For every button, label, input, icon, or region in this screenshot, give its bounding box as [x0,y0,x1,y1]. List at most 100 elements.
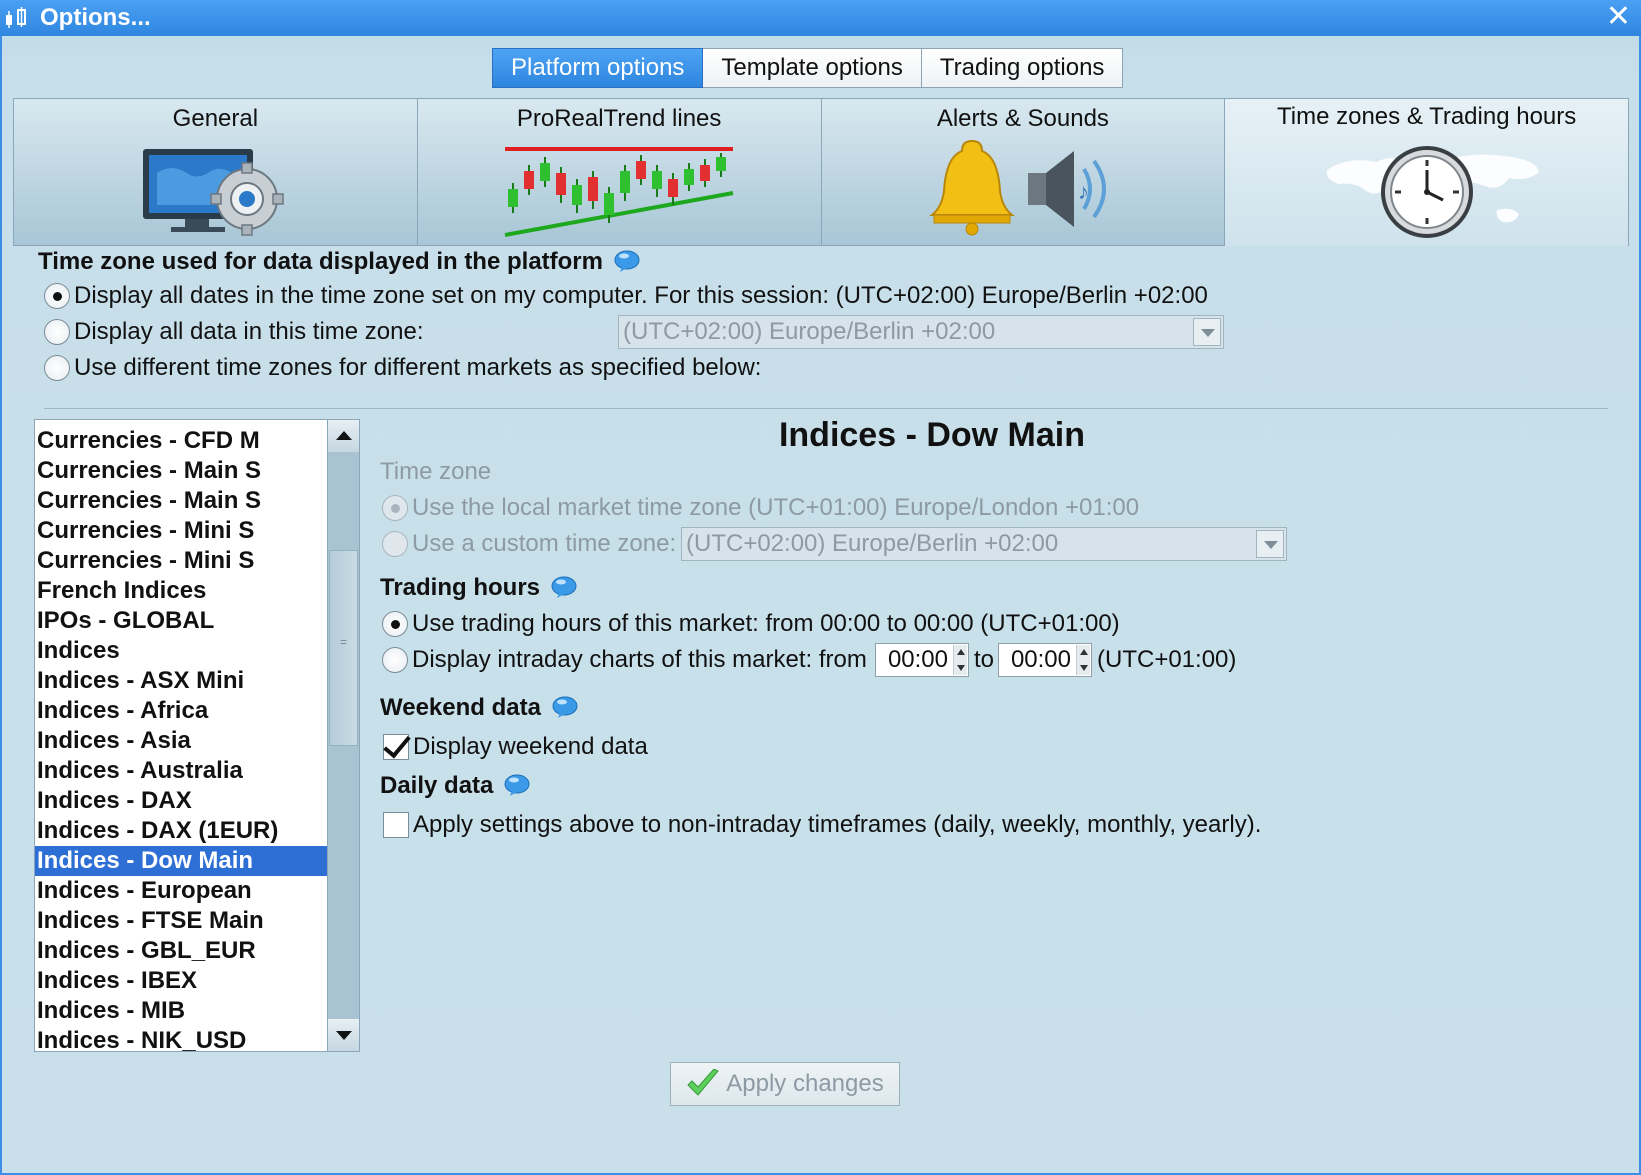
list-item[interactable]: Indices - FTSE Main [35,906,327,936]
info-bubble-icon[interactable] [504,774,530,796]
list-item[interactable]: Indices - Africa [35,696,327,726]
market-tz-local-radio[interactable] [382,495,408,521]
window-title: Options... [40,4,151,31]
daily-data-checkbox[interactable] [383,812,409,838]
tz-option-computer[interactable]: Display all dates in the time zone set o… [44,282,1208,310]
tab-template-options[interactable]: Template options [703,48,922,88]
weekend-data-checkbox[interactable] [383,734,409,760]
weekend-heading-text: Weekend data [380,694,541,721]
tab-platform-options[interactable]: Platform options [492,48,704,88]
trading-hours-custom-label: Display intraday charts of this market: … [412,646,867,673]
global-timezone-value: (UTC+02:00) Europe/Berlin +02:00 [623,318,996,345]
list-item[interactable]: Indices - European [35,876,327,906]
list-item[interactable]: Currencies - CFD M [35,426,327,456]
list-item[interactable]: Indices - DAX [35,786,327,816]
tz-option-per-market-radio[interactable] [44,355,70,381]
tz-option-fixed[interactable]: Display all data in this time zone: [44,318,424,346]
market-tz-custom-radio[interactable] [382,531,408,557]
category-tabs: General ProRealTrend lines Alerts & Soun… [13,98,1629,246]
tz-option-computer-radio[interactable] [44,283,70,309]
tab-general-label: General [172,105,259,132]
checkmark-icon [687,1069,720,1096]
market-tz-custom-label: Use a custom time zone: [412,530,677,557]
weekend-data-option[interactable]: Display weekend data [383,733,648,761]
info-bubble-icon[interactable] [552,696,578,718]
apply-changes-button[interactable]: Apply changes [670,1062,900,1106]
list-item[interactable]: Currencies - Main S [35,486,327,516]
list-item[interactable]: Indices - GBL_EUR [35,936,327,966]
list-item[interactable]: Currencies - Main S [35,456,327,486]
list-item[interactable]: IPOs - GLOBAL [35,606,327,636]
timezone-section-heading: Time zone used for data displayed in the… [38,248,640,276]
from-time-stepper[interactable]: 00:00 [875,643,969,677]
list-item[interactable]: Indices [35,636,327,666]
world-clock-icon [1326,146,1539,238]
tab-alerts-label: Alerts & Sounds [936,105,1109,132]
market-tz-local[interactable]: Use the local market time zone (UTC+01:0… [382,494,1139,522]
daily-data-label: Apply settings above to non-intraday tim… [413,811,1262,838]
list-item[interactable]: Currencies - Mini S [35,516,327,546]
stepper-arrows-icon[interactable] [1076,645,1090,675]
market-list[interactable]: Currencies - CFD M Currencies - Main S Cur… [34,419,360,1052]
tab-general[interactable]: General [13,98,417,246]
list-item[interactable]: Indices - DAX (1EUR) [35,816,327,846]
timezone-heading-text: Time zone used for data displayed in the… [38,248,603,275]
title-bar: Options... ✕ [0,0,1641,36]
tab-timezones-label: Time zones & Trading hours [1277,103,1577,130]
scroll-down-icon[interactable] [328,1019,359,1051]
stepper-arrows-icon[interactable] [953,645,967,675]
close-icon[interactable]: ✕ [1606,2,1631,32]
daily-heading-text: Daily data [380,772,494,799]
list-item[interactable]: Indices - NIK_USD [35,1026,327,1051]
list-item[interactable]: Indices - Australia [35,756,327,786]
daily-data-option[interactable]: Apply settings above to non-intraday tim… [383,811,1261,839]
to-time-value: 00:00 [1010,646,1071,673]
tab-alerts-sounds[interactable]: Alerts & Sounds ♪ [820,98,1225,246]
list-item[interactable]: French Indices [35,576,327,606]
chevron-down-icon[interactable] [1193,318,1221,346]
chevron-down-icon[interactable] [1256,530,1284,558]
trading-hours-heading: Trading hours [380,574,577,602]
from-time-value: 00:00 [887,646,948,673]
market-tz-custom[interactable]: Use a custom time zone: [382,530,676,558]
list-item[interactable]: Indices - IBEX [35,966,327,996]
tz-option-fixed-radio[interactable] [44,319,70,345]
market-list-items: Currencies - CFD M Currencies - Main S Cur… [35,420,327,1051]
market-title: Indices - Dow Main [778,416,1086,454]
tz-option-fixed-label: Display all data in this time zone: [74,318,424,345]
trendline-chart-icon [504,147,734,237]
scroll-thumb[interactable] [329,550,358,746]
tz-option-computer-label: Display all dates in the time zone set o… [74,282,1208,309]
trading-hours-market[interactable]: Use trading hours of this market: from 0… [382,610,1120,638]
tab-prorealtrend-lines[interactable]: ProRealTrend lines [416,98,821,246]
options-type-tabs: Platform options Template options Tradin… [492,48,1124,88]
scroll-up-icon[interactable] [328,420,359,452]
list-item[interactable]: Indices - ASX Mini [35,666,327,696]
apply-changes-label: Apply changes [726,1070,884,1097]
weekend-data-heading: Weekend data [380,694,578,722]
to-time-stepper[interactable]: 00:00 [998,643,1092,677]
trading-hours-custom-radio[interactable] [382,647,408,673]
tz-option-per-market[interactable]: Use different time zones for different m… [44,354,761,382]
info-bubble-icon[interactable] [614,250,640,272]
tab-trading-options[interactable]: Trading options [921,48,1124,88]
market-timezone-heading: Time zone [380,458,492,485]
list-item[interactable]: Indices - MIB [35,996,327,1026]
trading-hours-tz-suffix: (UTC+01:00) [1097,646,1237,673]
tab-prorealtrend-label: ProRealTrend lines [516,105,722,132]
list-item[interactable]: Currencies - Mini S [35,546,327,576]
market-tz-local-label: Use the local market time zone (UTC+01:0… [412,494,1140,521]
tab-time-zones-trading-hours[interactable]: Time zones & Trading hours [1224,98,1629,246]
app-icon [6,7,26,28]
market-list-scrollbar[interactable] [327,420,359,1051]
to-label-row: to [974,646,994,674]
global-timezone-select[interactable]: (UTC+02:00) Europe/Berlin +02:00 [618,315,1224,349]
list-item[interactable]: Indices - Asia [35,726,327,756]
market-timezone-select[interactable]: (UTC+02:00) Europe/Berlin +02:00 [681,527,1287,561]
info-bubble-icon[interactable] [551,576,577,598]
weekend-data-label: Display weekend data [413,733,648,760]
trading-hours-heading-text: Trading hours [380,574,541,601]
list-item[interactable]: Indices - Dow Main [35,846,327,876]
trading-hours-market-radio[interactable] [382,611,408,637]
trading-hours-custom[interactable]: Display intraday charts of this market: … [382,646,867,674]
